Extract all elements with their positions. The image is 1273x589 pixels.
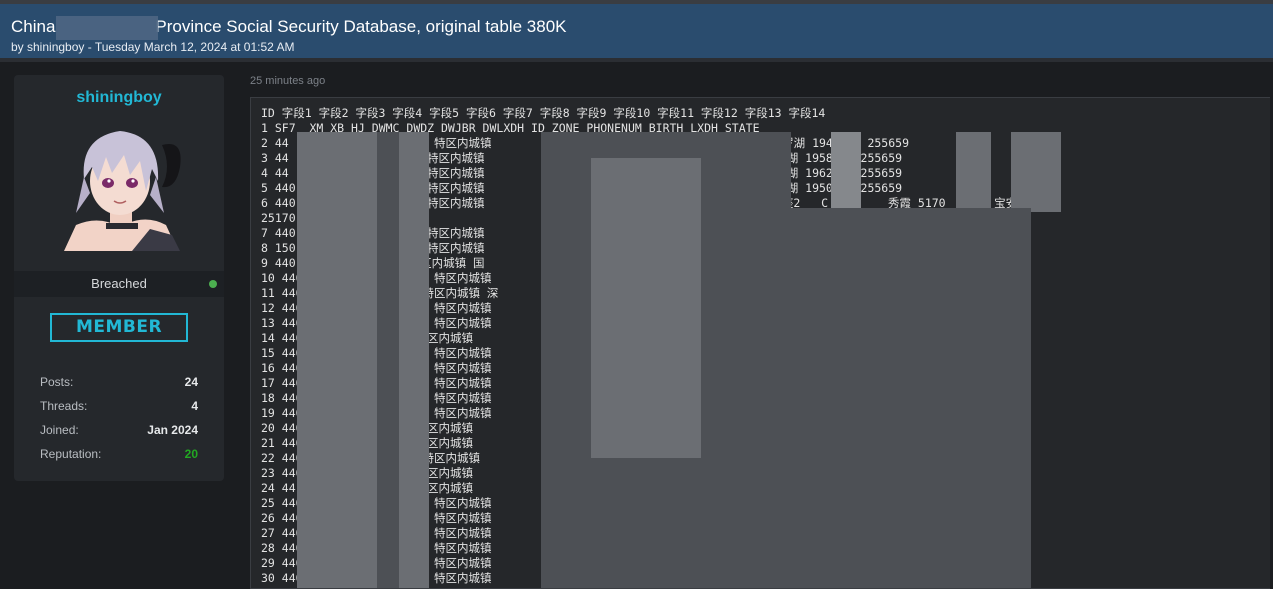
stat-value[interactable]: 4 [191,399,198,413]
post-timestamp: 25 minutes ago [250,75,326,87]
online-status-icon [209,280,217,288]
redaction-block [377,132,401,588]
stat-joined: Joined: Jan 2024 [40,423,198,441]
stat-reputation: Reputation: 20 [40,447,198,465]
code-block[interactable]: ID 字段1 字段2 字段3 字段4 字段5 字段6 字段7 字段8 字段9 字… [250,97,1270,589]
stat-value: Jan 2024 [147,423,198,437]
redaction-block [591,158,701,458]
stat-value[interactable]: 24 [185,375,198,389]
stat-label: Threads: [40,399,88,413]
user-status: Breached [91,276,147,291]
stat-label: Posts: [40,375,74,389]
author-username[interactable]: shiningboy [14,89,224,107]
stat-value[interactable]: 20 [185,447,198,461]
redaction-block [791,208,1031,588]
header-divider [0,58,1273,62]
author-avatar[interactable] [54,117,186,251]
redaction-block [399,132,429,588]
rank-badge: MEMBER [50,313,188,342]
redaction-block [831,132,861,212]
redaction-block [297,132,377,588]
stat-label: Joined: [40,423,79,437]
stat-threads: Threads: 4 [40,399,198,417]
code-line: ID 字段1 字段2 字段3 字段4 字段5 字段6 字段7 字段8 字段9 字… [261,106,826,120]
thread-byline: by shiningboy - Tuesday March 12, 2024 a… [11,40,295,54]
redaction-block [956,132,991,212]
stat-label: Reputation: [40,447,102,461]
status-bar: Breached [14,271,224,297]
redaction-block [1011,132,1061,212]
author-card: shiningboy Breached MEMBER Posts: 24 Thr… [14,75,224,481]
thread-header: China Province Social Security Database, … [0,0,1273,58]
title-redaction [56,16,158,40]
stat-posts: Posts: 24 [40,375,198,393]
